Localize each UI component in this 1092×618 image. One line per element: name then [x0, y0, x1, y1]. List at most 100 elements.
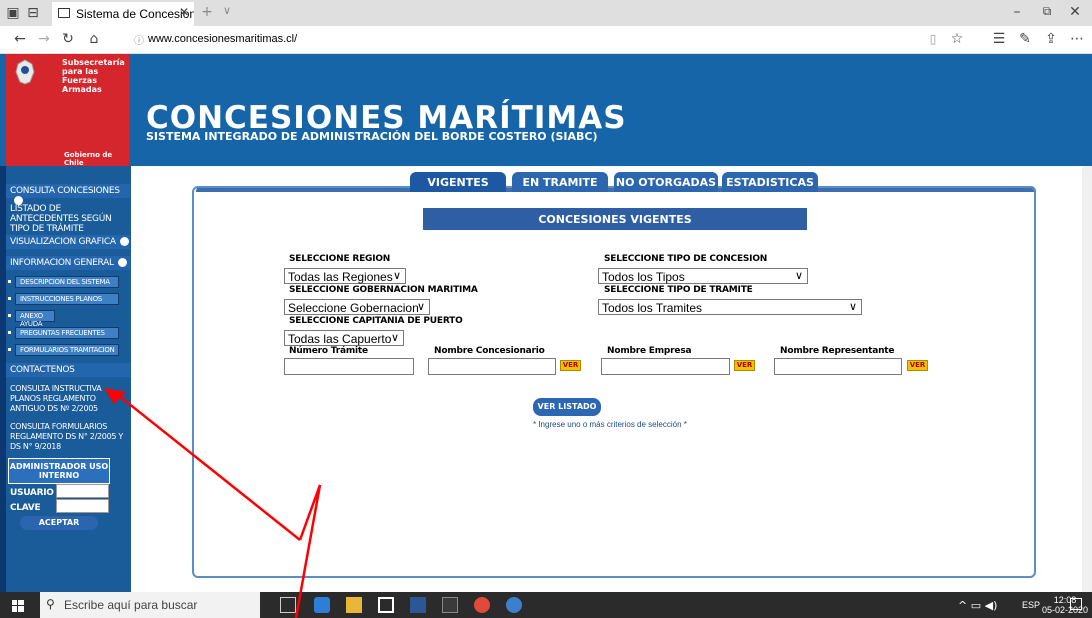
chevron-down-icon: ∨ [416, 301, 425, 313]
page-subtitle: SISTEMA INTEGRADO DE ADMINISTRACIÓN DEL … [146, 130, 598, 143]
mail-icon[interactable] [378, 597, 394, 613]
task-view-icon[interactable] [280, 597, 296, 613]
usuario-input[interactable] [56, 484, 109, 498]
home-icon[interactable]: ⌂ [86, 31, 102, 47]
app-icon[interactable] [506, 597, 522, 613]
tab-no-otorgadas[interactable]: NO OTORGADAS [614, 172, 718, 192]
web-page: Subsecretaría para las Fuerzas Armadas G… [0, 54, 1092, 592]
org-name: Subsecretaría para las Fuerzas Armadas [62, 58, 125, 94]
taskbar: ⚲ Escribe aquí para buscar ^ ▭ ◀) ESP 12… [0, 592, 1092, 618]
tipo-concesion-label: SELECCIONE TIPO DE CONCESION [604, 254, 768, 264]
url-field[interactable]: ⓘ www.concesionesmaritimas.cl/ [132, 30, 972, 50]
sidebar-item-consulta-concesiones[interactable]: CONSULTA CONCESIONES [6, 184, 130, 205]
ver-empresa-button[interactable]: VER [734, 360, 755, 371]
chevron-down-icon: ∨ [848, 301, 857, 313]
chevron-down-icon: ∨ [794, 270, 803, 282]
nombre-representante-label: Nombre Representante [780, 346, 895, 356]
gobernacion-value: Seleccione Gobernacion [288, 301, 419, 315]
browser-tab[interactable]: Sistema de Concesione: [52, 2, 194, 26]
back-tabs-icon[interactable]: ⊟ [26, 5, 40, 21]
tab-estadisticas[interactable]: ESTADISTICAS [722, 172, 818, 192]
nombre-empresa-label: Nombre Empresa [607, 346, 692, 356]
section-title: CONCESIONES VIGENTES [423, 208, 807, 230]
restore-icon[interactable]: ⧉ [1040, 4, 1054, 19]
search-placeholder: Escribe aquí para buscar [64, 598, 198, 612]
expand-circle-icon [119, 237, 129, 246]
file-explorer-icon[interactable] [346, 597, 362, 613]
gobernacion-label: SELECCIONE GOBERNACION MARITIMA [289, 285, 478, 295]
capitania-value: Todas las Capuerto [288, 332, 392, 346]
minimize-icon[interactable]: – [1010, 4, 1024, 20]
url-text: www.concesionesmaritimas.cl/ [148, 33, 298, 45]
nombre-concesionario-input[interactable] [428, 358, 556, 375]
tipo-concesion-select[interactable]: Todos los Tipos ∨ [598, 268, 808, 284]
tipo-tramite-select[interactable]: Todos los Tramites ∨ [598, 299, 862, 315]
tipo-concesion-value: Todos los Tipos [602, 270, 685, 284]
gobernacion-select[interactable]: Seleccione Gobernacion ∨ [284, 299, 430, 315]
scrollbar[interactable] [1082, 166, 1092, 592]
gov-label: Gobierno de Chile [64, 151, 113, 167]
share-icon[interactable]: ⇪ [1044, 31, 1058, 47]
sub-item-descripcion[interactable]: DESCRIPCION DEL SISTEMA [15, 276, 119, 288]
chrome-icon[interactable] [474, 597, 490, 613]
taskbar-search[interactable]: ⚲ Escribe aquí para buscar [40, 592, 260, 618]
favorites-list-icon[interactable]: ☰ [992, 31, 1006, 47]
sidebar-item-contactenos[interactable]: CONTACTENOS [6, 363, 130, 377]
region-select[interactable]: Todas las Regiones ∨ [284, 268, 406, 284]
sub-item-instrucciones[interactable]: INSTRUCCIONES PLANOS [15, 293, 119, 305]
sub-item-anexo[interactable]: ANEXO AYUDA [15, 310, 55, 328]
back-icon[interactable]: ← [12, 31, 28, 47]
numero-tramite-input[interactable] [284, 358, 414, 375]
hint-text: * Ingrese uno o más criterios de selecci… [533, 420, 687, 429]
region-value: Todas las Regiones [288, 270, 393, 284]
language-indicator[interactable]: ESP [1022, 600, 1040, 610]
more-icon[interactable]: ⋯ [1070, 31, 1084, 47]
aceptar-button[interactable]: ACEPTAR [20, 516, 98, 530]
ver-listado-button[interactable]: VER LISTADO [533, 398, 601, 416]
nombre-representante-input[interactable] [774, 358, 902, 375]
close-window-icon[interactable]: ✕ [1068, 4, 1082, 20]
sidebar-item-listado[interactable]: LISTADO DE ANTECEDENTES SEGÚN TIPO DE TR… [6, 204, 130, 234]
sidebar: CONSULTA CONCESIONES LISTADO DE ANTECEDE… [0, 166, 131, 592]
windows-start-icon[interactable] [12, 599, 24, 612]
numero-tramite-label: Número Trámite [289, 346, 368, 356]
nombre-empresa-input[interactable] [601, 358, 730, 375]
sidebar-item-informacion[interactable]: INFORMACION GENERAL [6, 256, 130, 270]
content-panel [192, 186, 1036, 578]
sidebar-item-label: CONSULTA CONCESIONES [10, 186, 120, 196]
sidebar-item-visualizacion[interactable]: VISUALIZACION GRAFICA [6, 235, 130, 249]
bullet-icon [8, 280, 11, 283]
app-icon[interactable] [442, 597, 458, 613]
tab-en-tramite[interactable]: EN TRAMITE [512, 172, 608, 192]
forward-icon[interactable]: → [36, 31, 52, 47]
site-header: Subsecretaría para las Fuerzas Armadas G… [0, 54, 1092, 167]
ver-representante-button[interactable]: VER [907, 360, 928, 371]
capitania-select[interactable]: Todas las Capuerto ∨ [284, 330, 404, 346]
edge-icon[interactable] [314, 597, 330, 613]
word-icon[interactable] [410, 597, 426, 613]
system-tray-icons[interactable]: ^ ▭ ◀) [958, 599, 997, 612]
sidebar-item-label: INFORMACION GENERAL [10, 258, 114, 268]
clave-input[interactable] [56, 499, 109, 513]
notification-icon[interactable] [1070, 598, 1082, 610]
bullet-icon [8, 297, 11, 300]
sub-item-formularios[interactable]: FORMULARIOS TRAMITACION [15, 344, 119, 356]
chevron-down-icon: ∨ [390, 332, 399, 344]
sub-item-preguntas[interactable]: PREGUNTAS FRECUENTES [15, 327, 119, 339]
sidebar-item-consulta-formularios[interactable]: CONSULTA FORMULARIOS REGLAMENTO DS N° 2/… [6, 422, 130, 456]
capitania-label: SELECCIONE CAPITANIA DE PUERTO [289, 316, 463, 326]
tab-list-chevron-icon[interactable]: ∨ [220, 4, 234, 17]
sidebar-item-label: VISUALIZACION GRAFICA [10, 237, 116, 247]
sidebar-edge [0, 166, 6, 592]
tab-actions-icon[interactable]: ▣ [6, 5, 20, 21]
tipo-tramite-value: Todos los Tramites [602, 301, 703, 315]
refresh-icon[interactable]: ↻ [60, 31, 76, 47]
pen-icon[interactable]: ✎ [1018, 31, 1032, 47]
sidebar-item-consulta-instructiva[interactable]: CONSULTA INSTRUCTIVA PLANOS REGLAMENTO A… [6, 384, 106, 418]
new-tab-icon[interactable]: + [200, 4, 214, 20]
tipo-tramite-label: SELECCIONE TIPO DE TRAMITE [604, 285, 753, 295]
tab-vigentes[interactable]: VIGENTES [410, 172, 506, 192]
ver-concesionario-button[interactable]: VER [560, 360, 581, 371]
bullet-icon [8, 348, 11, 351]
close-tab-icon[interactable]: ✕ [178, 5, 190, 19]
